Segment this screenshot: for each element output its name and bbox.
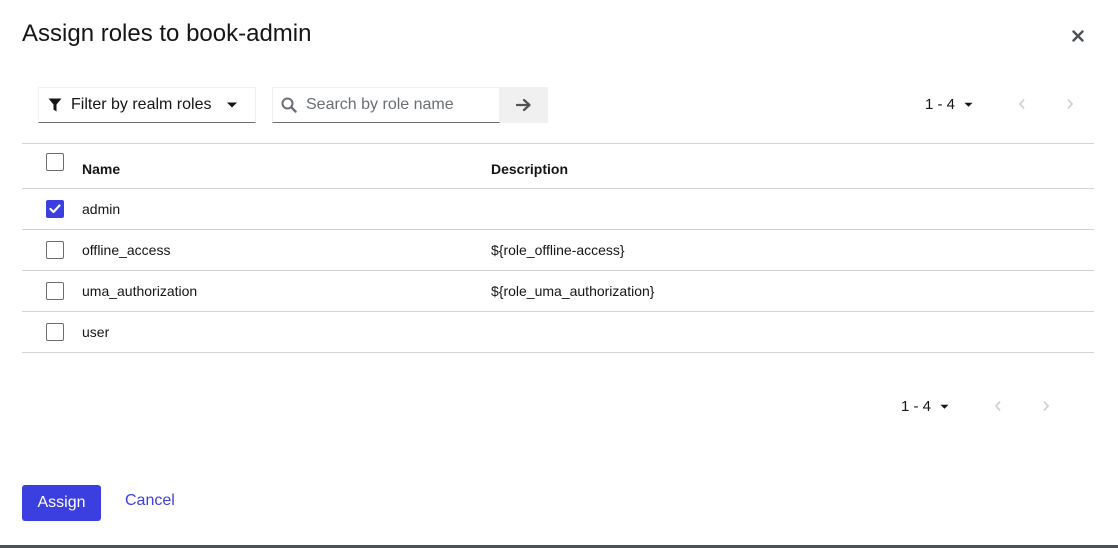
previous-page-button[interactable] (986, 394, 1010, 418)
chevron-left-icon (994, 400, 1001, 412)
filter-dropdown-label: Filter by realm roles (71, 96, 212, 113)
table-row: user (22, 312, 1094, 353)
chevron-right-icon (1043, 400, 1050, 412)
row-checkbox[interactable] (46, 282, 64, 300)
checkmark-icon (49, 204, 61, 214)
role-name: uma_authorization (82, 283, 198, 299)
cancel-button[interactable]: Cancel (125, 492, 175, 510)
table-header: Name Description (22, 144, 1094, 189)
close-button[interactable] (1066, 24, 1090, 48)
chevron-right-icon (1067, 98, 1074, 110)
pagination-top: 1 - 4 (925, 86, 1082, 122)
table-row: uma_authorization ${role_uma_authorizati… (22, 271, 1094, 312)
role-name: user (82, 324, 110, 340)
pagination-range-label: 1 - 4 (901, 397, 932, 415)
search-icon (281, 97, 297, 113)
row-checkbox[interactable] (46, 241, 64, 259)
assign-roles-dialog: Assign roles to book-admin Filter by rea… (0, 0, 1118, 545)
select-all-checkbox[interactable] (46, 153, 64, 171)
search-box (272, 87, 500, 123)
role-description: ${role_uma_authorization} (491, 283, 655, 299)
previous-page-button[interactable] (1010, 92, 1034, 116)
arrow-right-icon (516, 98, 531, 112)
role-name: offline_access (82, 242, 171, 258)
role-name: admin (82, 201, 121, 217)
next-page-button[interactable] (1034, 394, 1058, 418)
row-checkbox[interactable] (46, 200, 64, 218)
dialog-title: Assign roles to book-admin (22, 20, 312, 47)
caret-down-icon (227, 102, 237, 108)
search-group (272, 87, 548, 123)
next-page-button[interactable] (1058, 92, 1082, 116)
column-header-name[interactable]: Name (82, 161, 120, 177)
table-row: offline_access ${role_offline-access} (22, 230, 1094, 271)
caret-down-icon (940, 404, 949, 409)
pagination-range-toggle[interactable]: 1 - 4 (925, 96, 973, 113)
role-description: ${role_offline-access} (491, 242, 625, 258)
column-header-description[interactable]: Description (491, 161, 568, 177)
pagination-bottom: 1 - 4 (901, 388, 1058, 424)
caret-down-icon (964, 102, 973, 107)
row-checkbox[interactable] (46, 323, 64, 341)
assign-button[interactable]: Assign (22, 485, 101, 521)
pagination-range-label: 1 - 4 (925, 95, 956, 113)
pagination-range-toggle[interactable]: 1 - 4 (901, 398, 949, 415)
roles-table: Name Description admin offline_access ${… (22, 143, 1094, 353)
filter-icon (48, 98, 62, 112)
search-input[interactable] (304, 95, 498, 115)
table-row: admin (22, 189, 1094, 230)
chevron-left-icon (1018, 98, 1025, 110)
search-submit-button[interactable] (500, 87, 548, 123)
filter-dropdown[interactable]: Filter by realm roles (38, 87, 256, 123)
close-icon (1072, 30, 1084, 42)
